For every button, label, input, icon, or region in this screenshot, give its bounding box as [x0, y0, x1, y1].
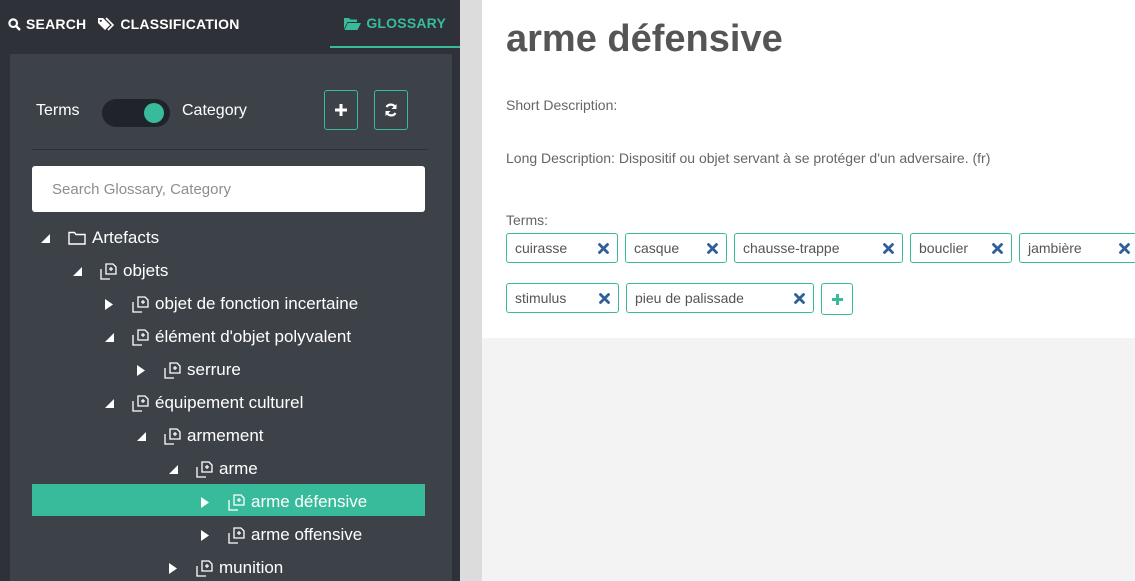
- tree-node-label: élément d'objet polyvalent: [155, 327, 352, 346]
- tab-classification[interactable]: CLASSIFICATION: [94, 0, 247, 48]
- plus-icon: [335, 104, 347, 116]
- category-icon: [132, 328, 149, 346]
- tree-node[interactable]: Artefacts: [36, 222, 159, 254]
- terms-category-switch[interactable]: [102, 99, 170, 127]
- tab-search-label: SEARCH: [26, 16, 87, 32]
- panel-splitter[interactable]: [460, 0, 482, 581]
- tree-node-label: arme offensive: [251, 525, 363, 544]
- tree-node-label: équipement culturel: [155, 393, 304, 412]
- remove-icon[interactable]: [1119, 242, 1130, 254]
- caret-down-icon[interactable]: [100, 398, 118, 408]
- tree-node[interactable]: munition: [164, 552, 283, 581]
- term-tag-label: jambière: [1028, 240, 1082, 256]
- tab-search[interactable]: SEARCH: [0, 0, 94, 48]
- caret-right-icon[interactable]: [132, 364, 150, 376]
- category-icon: [132, 295, 149, 313]
- tree-node-label: arme défensive: [251, 492, 368, 511]
- tree-node[interactable]: élément d'objet polyvalent: [100, 321, 351, 353]
- remove-icon[interactable]: [794, 292, 805, 304]
- term-tag-label: chausse-trappe: [743, 240, 840, 256]
- caret-down-icon[interactable]: [164, 464, 182, 474]
- category-icon: [164, 427, 181, 445]
- tree-node[interactable]: arme: [164, 453, 258, 485]
- long-description: Long Description: Dispositif ou objet se…: [506, 150, 991, 166]
- tree-node[interactable]: arme offensive: [196, 519, 362, 551]
- tree-node-label: munition: [219, 558, 284, 577]
- page-title: arme défensive: [506, 18, 783, 60]
- caret-right-icon[interactable]: [196, 496, 214, 508]
- term-tag[interactable]: chausse-trappe: [734, 233, 903, 263]
- term-tag[interactable]: jambière: [1019, 233, 1135, 263]
- remove-icon[interactable]: [883, 242, 894, 254]
- category-icon: [228, 526, 245, 544]
- toggle-terms-label: Terms: [36, 102, 80, 119]
- caret-right-icon[interactable]: [196, 529, 214, 541]
- tree-node[interactable]: serrure: [132, 354, 241, 386]
- detail-card: arme défensive Short Description: Long D…: [482, 0, 1135, 338]
- refresh-button[interactable]: [374, 90, 408, 130]
- sidebar: SEARCH CLASSIFICATION GLOSSARY Terms Cat…: [0, 0, 460, 581]
- category-icon: [132, 394, 149, 412]
- top-nav: SEARCH CLASSIFICATION GLOSSARY: [0, 0, 460, 48]
- term-tag-label: casque: [634, 240, 680, 256]
- toggle-category-label: Category: [182, 102, 247, 119]
- tree-node[interactable]: arme défensive: [196, 486, 367, 518]
- plus-icon: [831, 293, 843, 305]
- remove-icon[interactable]: [707, 242, 718, 254]
- term-tag-label: cuirasse: [515, 240, 568, 256]
- glossary-search-input[interactable]: [32, 166, 425, 212]
- tree-node-label: objet de fonction incertaine: [155, 294, 359, 313]
- term-tag-label: pieu de palissade: [635, 290, 744, 306]
- folder-open-icon: [344, 17, 362, 30]
- search-icon: [8, 17, 21, 31]
- term-tag[interactable]: bouclier: [910, 233, 1012, 263]
- category-icon: [100, 262, 117, 280]
- tree-node[interactable]: équipement culturel: [100, 387, 303, 419]
- tree-node[interactable]: objets: [68, 255, 168, 287]
- category-icon: [196, 559, 213, 577]
- tree-node-label: arme: [219, 459, 258, 478]
- add-term-button[interactable]: [821, 283, 853, 315]
- tags-icon: [98, 17, 115, 31]
- add-button[interactable]: [324, 90, 358, 130]
- tree-node-label: armement: [187, 426, 264, 445]
- caret-down-icon[interactable]: [36, 233, 54, 243]
- category-icon: [164, 361, 181, 379]
- tree-node-label: objets: [123, 261, 169, 280]
- detail-view: arme défensive Short Description: Long D…: [482, 0, 1135, 581]
- term-tag-label: stimulus: [515, 290, 567, 306]
- term-tag-label: bouclier: [919, 240, 969, 256]
- tree-node-label: Artefacts: [92, 228, 160, 247]
- caret-down-icon[interactable]: [100, 332, 118, 342]
- refresh-icon: [385, 103, 397, 117]
- tab-glossary[interactable]: GLOSSARY: [330, 0, 460, 48]
- term-tag[interactable]: casque: [625, 233, 727, 263]
- caret-down-icon[interactable]: [68, 266, 86, 276]
- folder-icon: [68, 231, 86, 245]
- term-tag[interactable]: stimulus: [506, 283, 619, 313]
- caret-down-icon[interactable]: [132, 431, 150, 441]
- category-icon: [228, 493, 245, 511]
- term-tag[interactable]: pieu de palissade: [626, 283, 814, 313]
- term-tag[interactable]: cuirasse: [506, 233, 618, 263]
- tab-classification-label: CLASSIFICATION: [120, 16, 240, 32]
- category-icon: [196, 460, 213, 478]
- caret-right-icon[interactable]: [164, 562, 182, 574]
- tree-node[interactable]: armement: [132, 420, 264, 452]
- caret-right-icon[interactable]: [100, 298, 118, 310]
- short-description: Short Description:: [506, 97, 618, 113]
- glossary-panel: Terms Category Artefacts objets objet de f…: [10, 54, 452, 581]
- switch-knob: [144, 103, 164, 123]
- terms-label: Terms:: [506, 212, 548, 228]
- tree-node-label: serrure: [187, 360, 241, 379]
- remove-icon[interactable]: [598, 242, 609, 254]
- tree-node[interactable]: objet de fonction incertaine: [100, 288, 358, 320]
- remove-icon[interactable]: [599, 292, 610, 304]
- tab-glossary-label: GLOSSARY: [366, 15, 446, 31]
- remove-icon[interactable]: [992, 242, 1003, 254]
- divider: [32, 149, 428, 150]
